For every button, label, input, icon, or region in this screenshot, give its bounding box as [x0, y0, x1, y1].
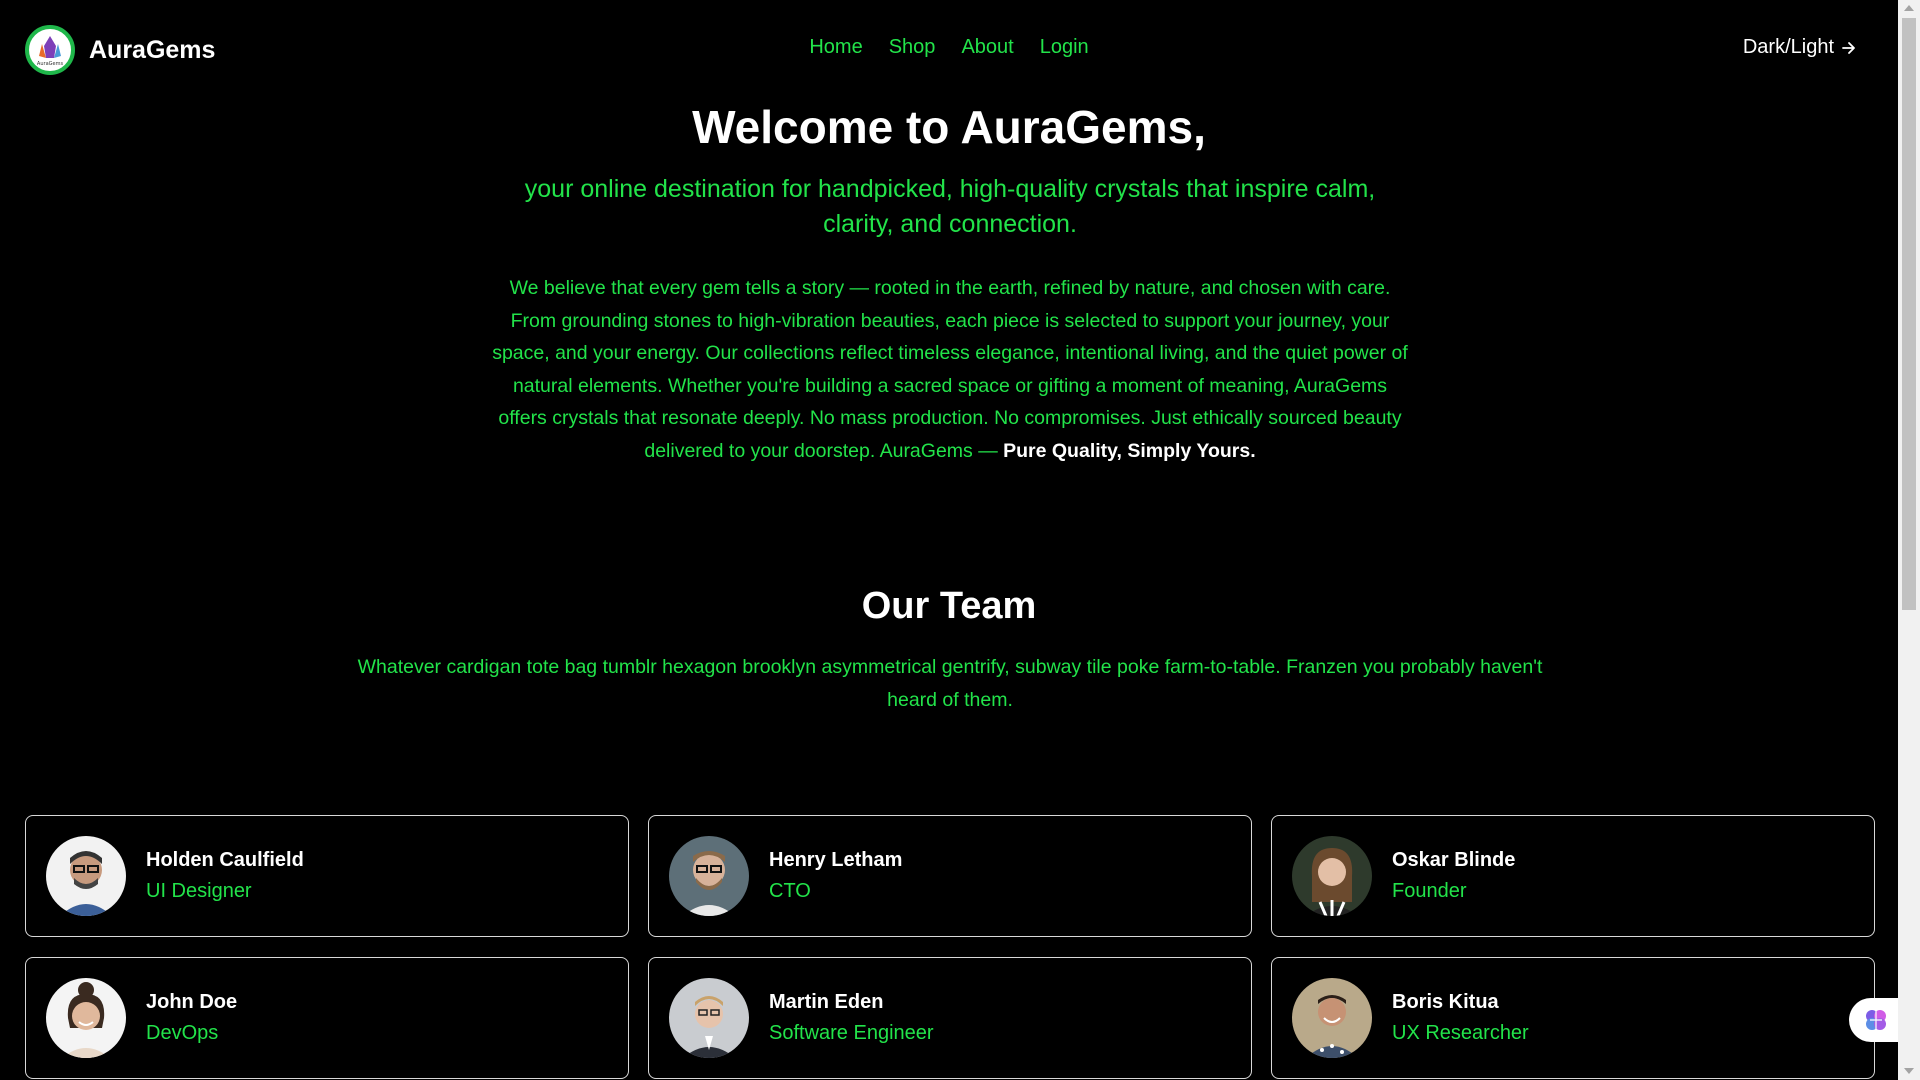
assistant-floating-button[interactable]: [1849, 998, 1903, 1042]
page: AuraGems AuraGems Home Shop About Login …: [0, 0, 1898, 1080]
theme-toggle-button[interactable]: Dark/Light: [1743, 36, 1858, 59]
nav-about[interactable]: About: [961, 36, 1013, 59]
team-card[interactable]: Oskar Blinde Founder: [1271, 815, 1875, 937]
member-info: Henry Letham CTO: [769, 849, 902, 903]
scroll-up-arrow-icon[interactable]: [1904, 5, 1914, 11]
member-name: Oskar Blinde: [1392, 849, 1516, 871]
avatar: [669, 978, 749, 1058]
team-subtitle: Whatever cardigan tote bag tumblr hexago…: [357, 656, 1543, 711]
team-card[interactable]: Henry Letham CTO: [648, 815, 1252, 937]
member-info: Oskar Blinde Founder: [1392, 849, 1515, 903]
nav-home[interactable]: Home: [809, 36, 862, 59]
hero-subtitle: your online destination for handpicked, …: [524, 175, 1376, 238]
member-role: Software Engineer: [769, 1022, 934, 1044]
member-role: UI Designer: [146, 880, 252, 902]
team-title: Our Team: [861, 585, 1037, 627]
avatar: [1292, 836, 1372, 916]
hero-tagline: Pure Quality, Simply Yours.: [1003, 439, 1256, 462]
team-card[interactable]: Boris Kitua UX Researcher: [1271, 957, 1875, 1079]
member-info: Holden Caulfield UI Designer: [146, 849, 304, 903]
site-header: AuraGems AuraGems Home Shop About Login …: [0, 0, 1898, 100]
team-card[interactable]: Holden Caulfield UI Designer: [25, 815, 629, 937]
member-name: Holden Caulfield: [146, 849, 304, 871]
logo-text: AuraGems: [37, 61, 64, 67]
member-role: DevOps: [146, 1022, 219, 1044]
brain-icon: [1866, 1010, 1886, 1030]
hero-title: Welcome to AuraGems,: [692, 101, 1206, 153]
theme-toggle-label: Dark/Light: [1742, 36, 1834, 58]
nav-login[interactable]: Login: [1040, 36, 1089, 59]
avatar: [46, 836, 126, 916]
member-name: Henry Letham: [769, 849, 903, 871]
arrow-right-icon: [1842, 41, 1855, 54]
main-nav: Home Shop About Login: [0, 36, 1898, 59]
member-name: Martin Eden: [769, 991, 884, 1013]
avatar: [46, 978, 126, 1058]
member-name: John Doe: [146, 991, 238, 1013]
member-role: UX Researcher: [1392, 1022, 1529, 1044]
member-info: John Doe DevOps: [146, 991, 237, 1045]
member-role: CTO: [769, 880, 811, 902]
scroll-thumb[interactable]: [1902, 18, 1916, 610]
avatar: [1292, 978, 1372, 1058]
member-info: Boris Kitua UX Researcher: [1392, 991, 1529, 1045]
hero-body-text: We believe that every gem tells a story …: [492, 277, 1408, 462]
avatar: [669, 836, 749, 916]
nav-shop[interactable]: Shop: [889, 36, 936, 59]
hero-description: We believe that every gem tells a story …: [488, 272, 1412, 467]
vertical-scrollbar[interactable]: [1898, 0, 1920, 1080]
team-card[interactable]: John Doe DevOps: [25, 957, 629, 1079]
team-card[interactable]: Martin Eden Software Engineer: [648, 957, 1252, 1079]
member-role: Founder: [1392, 880, 1467, 902]
member-info: Martin Eden Software Engineer: [769, 991, 934, 1045]
scroll-down-arrow-icon[interactable]: [1904, 1068, 1914, 1074]
member-name: Boris Kitua: [1392, 991, 1499, 1013]
